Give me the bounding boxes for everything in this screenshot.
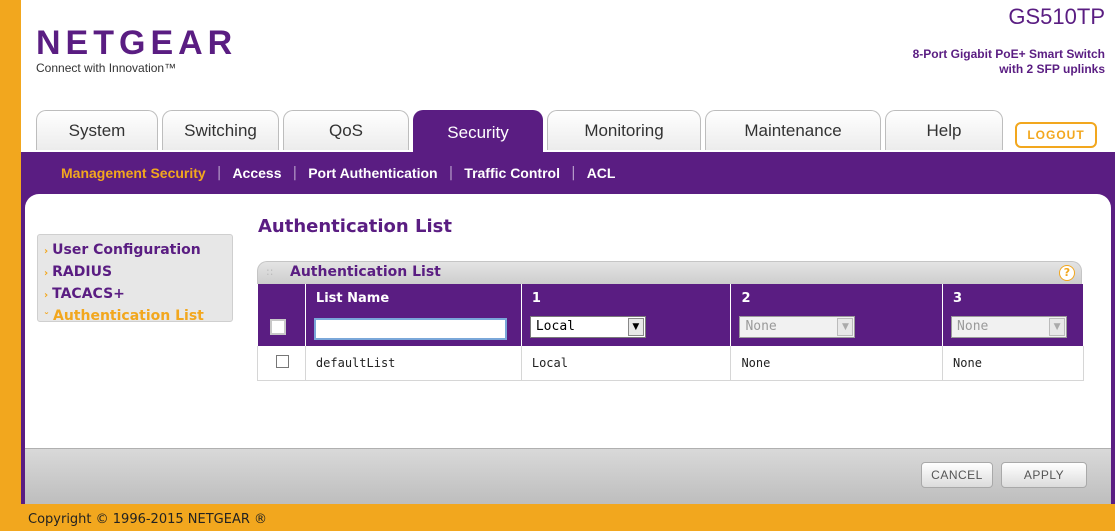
sidebar-item-label: User Configuration (52, 242, 201, 258)
chevron-down-icon: ˇ (44, 312, 49, 323)
model-description-line1: 8-Port Gigabit PoE+ Smart Switch (912, 47, 1105, 61)
tab-switching[interactable]: Switching (162, 110, 279, 150)
sidebar-item-user-configuration[interactable]: › User Configuration (44, 241, 232, 261)
method-2-value: None (745, 319, 777, 334)
logo-tagline: Connect with Innovation™ (36, 61, 177, 75)
sidebar-item-label: Authentication List (53, 308, 204, 324)
tab-system[interactable]: System (36, 110, 158, 150)
row-method-3: None (942, 346, 1084, 381)
row-checkbox[interactable] (276, 355, 289, 368)
header-list-name: List Name (305, 284, 522, 312)
dropdown-arrow-icon: ▼ (837, 318, 854, 336)
content-frame: › User Configuration › RADIUS › TACACS+ ˇ Au… (21, 194, 1115, 505)
box-header: :: Authentication List ? (257, 261, 1082, 284)
dropdown-arrow-icon: ▼ (1049, 318, 1066, 336)
sidebar-item-tacacs[interactable]: › TACACS+ (44, 285, 232, 305)
row-method-1: Local (520, 346, 732, 381)
apply-button[interactable]: APPLY (1001, 462, 1087, 488)
subnav-separator: | (216, 165, 222, 181)
content-panel: › User Configuration › RADIUS › TACACS+ ˇ Au… (25, 194, 1111, 505)
list-name-input[interactable] (313, 318, 507, 340)
subnav-acl[interactable]: ACL (587, 165, 616, 181)
button-bar: CANCEL APPLY (25, 448, 1111, 505)
tab-security[interactable]: Security (413, 110, 543, 154)
sidebar-item-label: TACACS+ (52, 286, 125, 302)
copyright: Copyright © 1996-2015 NETGEAR ® (28, 512, 268, 527)
sidebar-item-authentication-list[interactable]: ˇ Authentication List (44, 307, 232, 327)
method-3-value: None (957, 319, 989, 334)
model-name: GS510TP (1008, 4, 1105, 29)
page-title: Authentication List (258, 216, 452, 237)
chevron-right-icon: › (44, 290, 49, 301)
method-2-select: None ▼ (739, 316, 856, 338)
left-accent-bar (0, 0, 21, 531)
table-header-row: List Name 1 2 3 (257, 284, 1084, 312)
sidebar: › User Configuration › RADIUS › TACACS+ ˇ Au… (37, 234, 233, 324)
method-1-value: Local (535, 319, 575, 334)
tab-qos[interactable]: QoS (283, 110, 409, 150)
subnav-separator: | (292, 165, 298, 181)
netgear-logo: NETGEAR (36, 24, 238, 62)
model-description: 8-Port Gigabit PoE+ Smart Switch with 2 … (845, 47, 1105, 77)
row-method-2: None (730, 346, 944, 381)
subnav-traffic-control[interactable]: Traffic Control (464, 165, 560, 181)
method-1-select[interactable]: Local ▼ (529, 316, 646, 338)
header-method-3: 3 (942, 284, 1084, 312)
subnav-separator: | (448, 165, 454, 181)
table-row: defaultList Local None None (257, 346, 1084, 381)
subnav-separator: | (570, 165, 576, 181)
sidebar-item-label: RADIUS (52, 264, 113, 280)
select-all-checkbox[interactable] (269, 319, 286, 335)
subnav-management-security[interactable]: Management Security (61, 165, 206, 181)
chevron-right-icon: › (44, 246, 49, 257)
table-input-row: Local ▼ None ▼ None ▼ (257, 312, 1084, 346)
model-description-line2: with 2 SFP uplinks (999, 62, 1105, 76)
method-3-select: None ▼ (951, 316, 1068, 338)
grip-icon: :: (266, 265, 274, 278)
authentication-list-box: :: Authentication List ? List Name 1 2 3 (257, 261, 1084, 381)
logout-button[interactable]: LOGOUT (1015, 122, 1097, 148)
subnav-access[interactable]: Access (232, 165, 281, 181)
header-method-2: 2 (730, 284, 944, 312)
sub-navigation: Management Security | Access | Port Auth… (21, 152, 1115, 194)
dropdown-arrow-icon: ▼ (627, 318, 644, 336)
tab-maintenance[interactable]: Maintenance (705, 110, 881, 150)
authentication-list-table: List Name 1 2 3 Local ▼ None ▼ None ▼ de… (257, 284, 1084, 381)
tab-help[interactable]: Help (885, 110, 1003, 150)
tab-monitoring[interactable]: Monitoring (547, 110, 701, 150)
sidebar-item-radius[interactable]: › RADIUS (44, 263, 232, 283)
help-icon[interactable]: ? (1059, 265, 1075, 281)
cancel-button[interactable]: CANCEL (921, 462, 993, 488)
subnav-port-authentication[interactable]: Port Authentication (308, 165, 437, 181)
row-list-name: defaultList (304, 346, 522, 381)
header-method-1: 1 (521, 284, 732, 312)
header-select (257, 284, 306, 312)
box-title: Authentication List (290, 264, 441, 280)
chevron-right-icon: › (44, 268, 49, 279)
